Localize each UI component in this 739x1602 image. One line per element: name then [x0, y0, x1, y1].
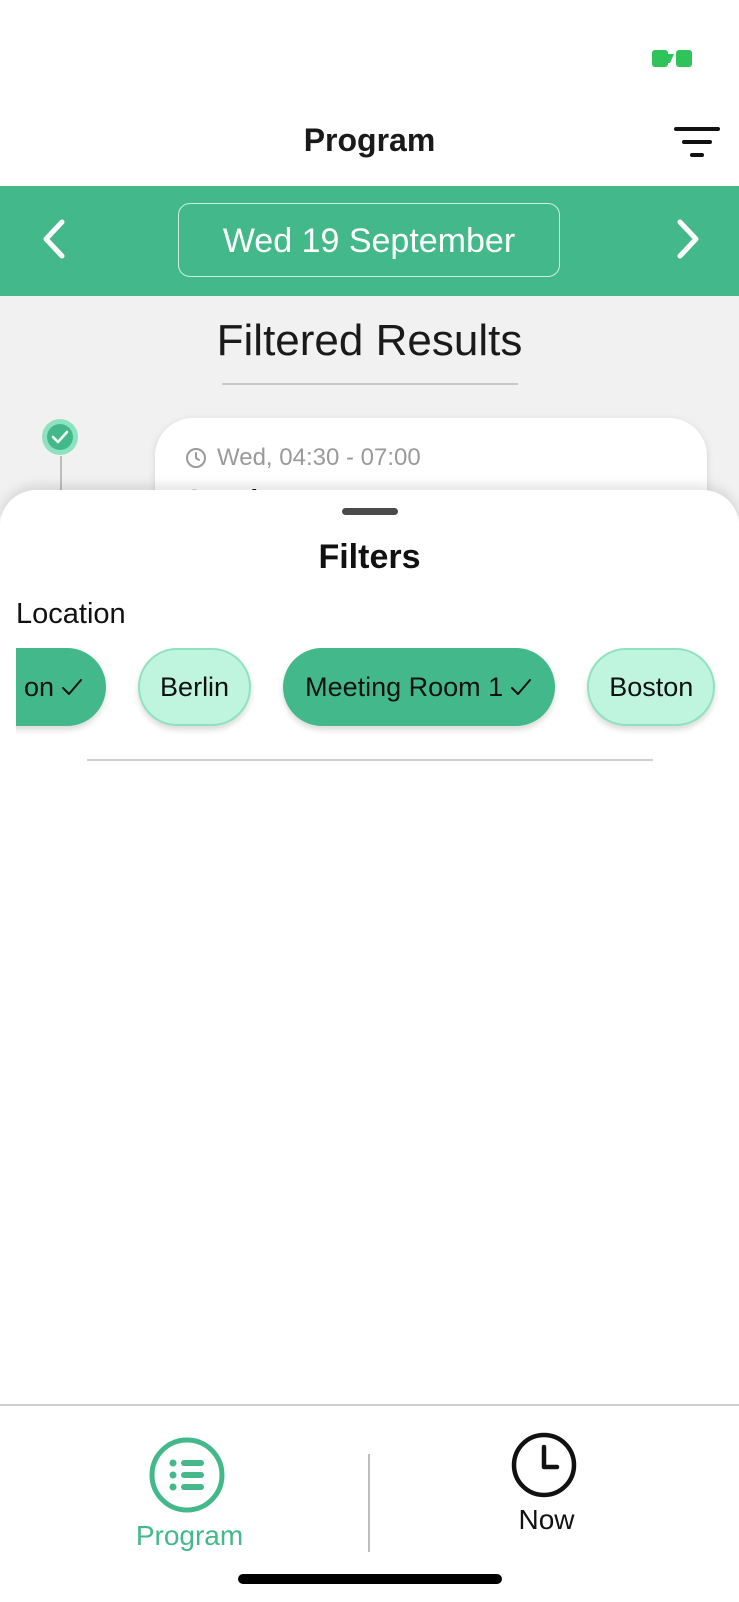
tab-program[interactable]: Program [0, 1406, 369, 1566]
date-bar: Wed 19 September [0, 186, 739, 296]
filters-sheet: Filters Location on Berlin Meeting Room … [0, 490, 739, 1405]
date-selector[interactable]: Wed 19 September [178, 203, 560, 277]
filter-icon[interactable] [674, 127, 720, 159]
timeline-check-icon [42, 419, 78, 455]
battery-icon [652, 50, 692, 67]
session-time: Wed, 04:30 - 07:00 [185, 444, 421, 472]
page-title: Program [303, 122, 436, 158]
chip-label: Berlin [160, 671, 230, 702]
results-title-underline [222, 383, 518, 385]
location-chip[interactable]: Berlin [138, 648, 252, 726]
tab-bar: Program Now [0, 1404, 739, 1602]
previous-day-button[interactable] [28, 212, 82, 266]
location-chips: on Berlin Meeting Room 1 Boston [16, 648, 723, 740]
check-icon [62, 679, 83, 695]
list-icon [149, 1437, 225, 1513]
chip-track: on Berlin Meeting Room 1 Boston [16, 648, 716, 726]
location-chip[interactable]: Boston [587, 648, 716, 726]
chip-label: on [24, 671, 55, 702]
session-time-text: Wed, 04:30 - 07:00 [217, 444, 421, 471]
location-chip[interactable]: Meeting Room 1 [283, 648, 556, 726]
home-indicator [238, 1574, 502, 1584]
clock-icon [186, 448, 206, 468]
chip-label: Meeting Room 1 [305, 671, 504, 702]
filters-title: Filters [318, 538, 421, 576]
location-label: Location [16, 598, 126, 630]
location-chip[interactable]: on [16, 648, 107, 726]
next-day-button[interactable] [660, 212, 714, 266]
tab-label: Program [135, 1520, 244, 1551]
clock-icon [511, 1432, 577, 1498]
tab-now[interactable]: Now [370, 1406, 739, 1566]
tab-label: Now [518, 1504, 575, 1535]
filters-divider [87, 759, 653, 761]
results-title: Filtered Results [216, 316, 523, 365]
sheet-drag-handle[interactable] [342, 508, 398, 515]
chip-label: Boston [609, 671, 694, 702]
check-icon [511, 679, 532, 695]
